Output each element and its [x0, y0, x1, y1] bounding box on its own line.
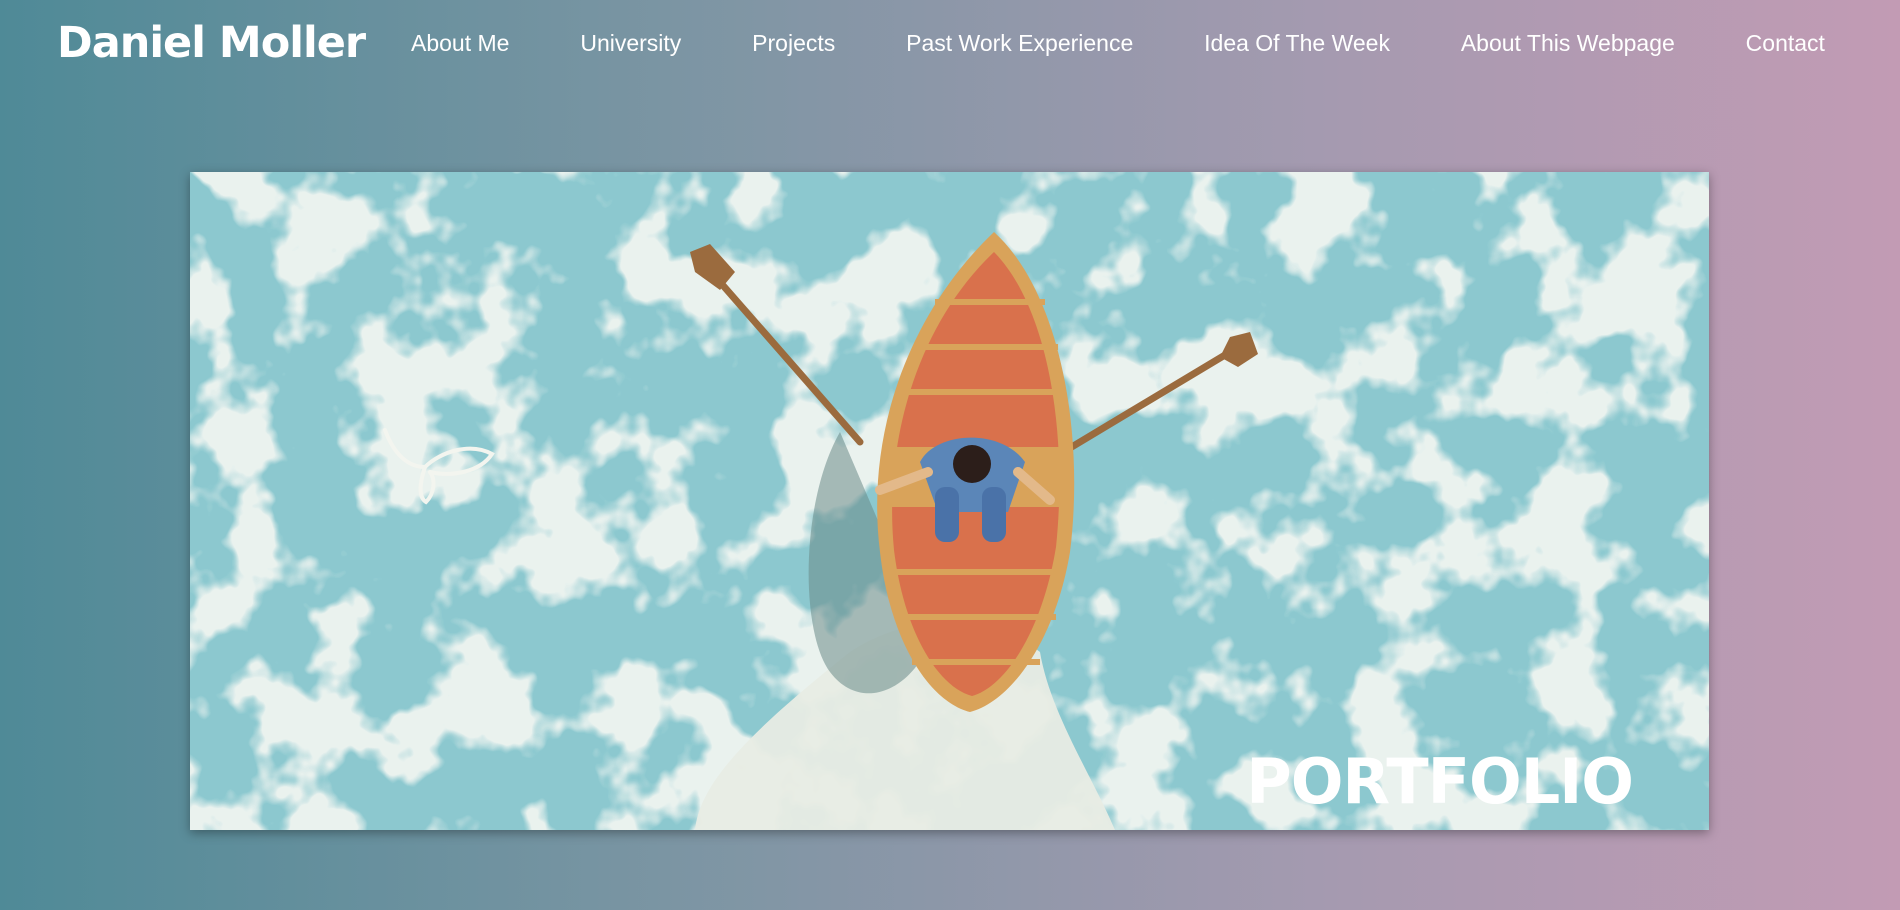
hero-banner: PORTFOLIO: [190, 172, 1709, 830]
nav-about-this-webpage[interactable]: About This Webpage: [1461, 30, 1675, 57]
rowing-boat-illustration: [190, 172, 1709, 830]
nav-projects[interactable]: Projects: [752, 30, 835, 57]
main-nav: About Me University Projects Past Work E…: [411, 30, 1825, 57]
hero-title: PORTFOLIO: [1246, 745, 1634, 818]
site-header: Daniel Moller About Me University Projec…: [0, 0, 1900, 90]
nav-about-me[interactable]: About Me: [411, 30, 509, 57]
site-brand[interactable]: Daniel Moller: [57, 18, 366, 68]
nav-past-work-experience[interactable]: Past Work Experience: [906, 30, 1133, 57]
nav-contact[interactable]: Contact: [1746, 30, 1825, 57]
nav-university[interactable]: University: [580, 30, 681, 57]
nav-idea-of-the-week[interactable]: Idea Of The Week: [1204, 30, 1390, 57]
